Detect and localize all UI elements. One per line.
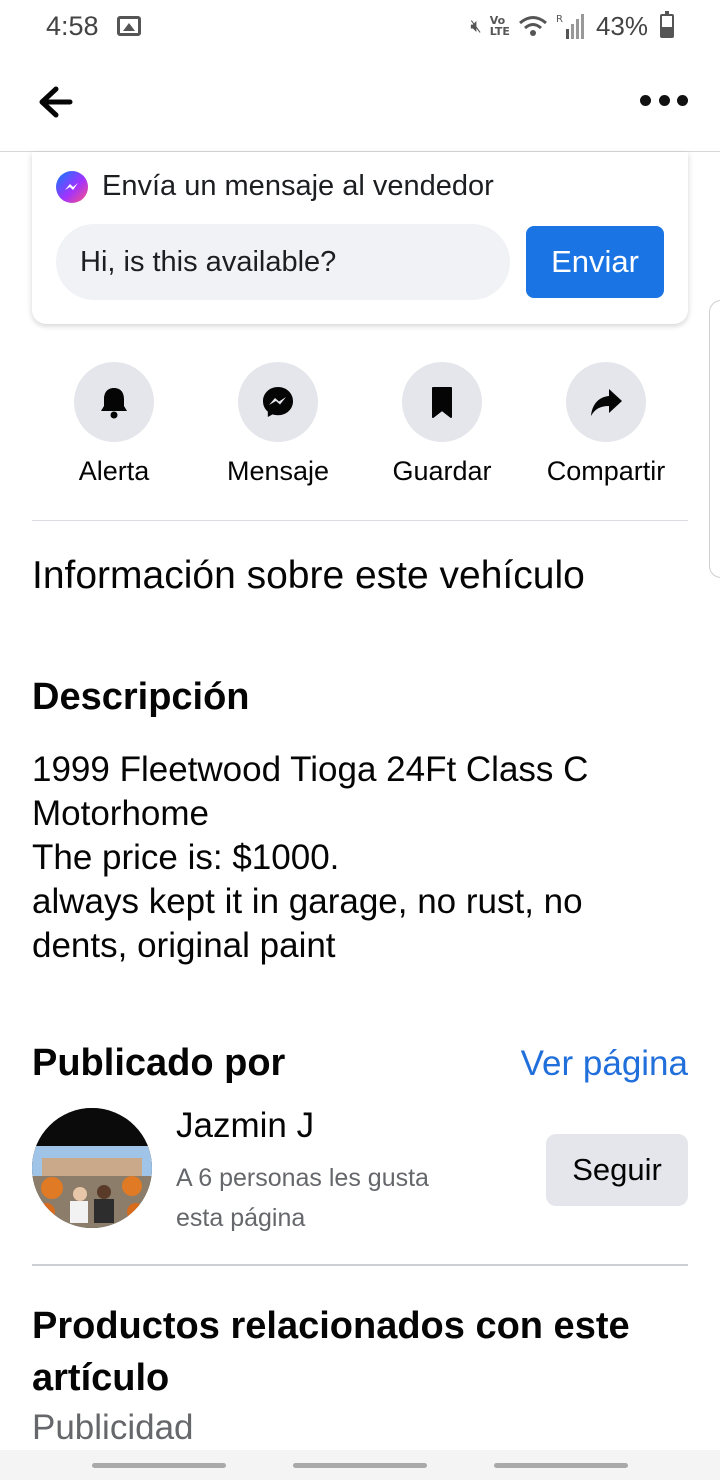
share-icon [591, 389, 622, 416]
seller-name[interactable]: Jazmin J [176, 1106, 314, 1146]
battery-percent: 43% [595, 10, 648, 41]
gallery-icon [116, 16, 141, 36]
battery-fill [662, 27, 672, 36]
send-button[interactable]: Enviar [526, 226, 664, 298]
arrow-left-icon [39, 86, 73, 118]
message-icon-circle [238, 362, 318, 442]
save-label: Guardar [392, 456, 492, 486]
message-button[interactable]: Mensaje [196, 362, 360, 487]
seller-avatar[interactable] [32, 1108, 152, 1228]
back-button[interactable] [36, 82, 76, 122]
more-horizontal-icon [640, 94, 651, 106]
share-button[interactable]: Compartir [524, 362, 688, 487]
nav-recents-button[interactable] [92, 1463, 226, 1468]
description-line: always kept it in garage, no rust, no [32, 882, 583, 921]
message-card-title: Envía un mensaje al vendedor [102, 170, 494, 202]
more-horizontal-icon [677, 94, 688, 106]
message-input[interactable] [56, 224, 510, 300]
share-label: Compartir [546, 456, 666, 486]
view-page-link[interactable]: Ver página [521, 1044, 688, 1084]
message-card-header: Envía un mensaje al vendedor [56, 170, 494, 203]
description-line: The price is: $1000. [32, 838, 340, 877]
seller-likes-line: A 6 personas les gusta [176, 1164, 429, 1192]
seller-likes-text: A 6 personas les gusta esta página [176, 1158, 496, 1238]
scroll-indicator[interactable] [709, 300, 720, 578]
description-text: 1999 Fleetwood Tioga 24Ft Class C Motorh… [32, 748, 672, 968]
save-icon-circle [402, 362, 482, 442]
seller-likes-line: esta página [176, 1204, 306, 1232]
posted-by-heading: Publicado por [32, 1042, 286, 1084]
nav-home-button[interactable] [293, 1463, 427, 1468]
description-line: dents, original paint [32, 926, 336, 965]
share-icon-circle [566, 362, 646, 442]
top-nav [0, 52, 720, 152]
description-line: 1999 Fleetwood Tioga 24Ft Class C [32, 750, 589, 789]
battery-icon [660, 11, 674, 38]
alert-label: Alerta [78, 456, 150, 486]
more-options-button[interactable] [640, 90, 688, 110]
avatar-photo [32, 1108, 152, 1228]
messenger-logo-icon [56, 170, 88, 203]
more-horizontal-icon [658, 94, 670, 106]
sponsored-label: Publicidad [32, 1408, 194, 1447]
signal-icon: R [556, 14, 584, 39]
vehicle-info-heading: Información sobre este vehículo [32, 554, 585, 597]
volte-icon: Vo LTE [489, 14, 510, 38]
messenger-icon [263, 387, 293, 417]
save-button[interactable]: Guardar [360, 362, 524, 487]
bell-icon [101, 388, 127, 419]
message-seller-card: Envía un mensaje al vendedor Enviar [32, 152, 688, 324]
status-icons: 🔇︎ Vo LTE R 43% [470, 11, 674, 42]
action-row: Alerta Mensaje Guardar Compartir [32, 362, 688, 492]
description-line: Motorhome [32, 794, 210, 833]
mute-icon: 🔇︎ [470, 15, 482, 37]
bookmark-icon [432, 387, 452, 418]
system-nav-bar [0, 1450, 720, 1480]
divider [32, 1264, 688, 1266]
description-heading: Descripción [32, 676, 250, 718]
status-time: 4:58 [46, 10, 99, 41]
alert-icon-circle [74, 362, 154, 442]
wifi-icon [518, 16, 547, 36]
alert-button[interactable]: Alerta [32, 362, 196, 487]
status-bar: 4:58 🔇︎ Vo LTE R 43% [0, 0, 720, 52]
follow-button[interactable]: Seguir [546, 1134, 688, 1206]
message-label: Mensaje [226, 456, 330, 486]
divider [32, 520, 688, 521]
related-products-heading: Productos relacionados con este artículo [32, 1305, 630, 1399]
nav-back-button[interactable] [494, 1463, 628, 1468]
svg-text:R: R [556, 14, 563, 25]
